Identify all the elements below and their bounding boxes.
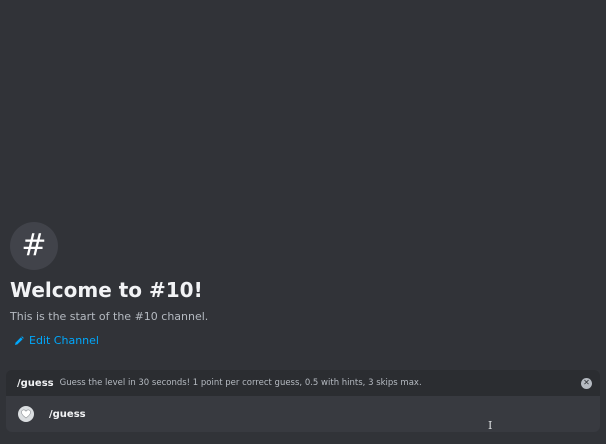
hash-glyph: # — [21, 228, 47, 263]
text-cursor-icon: I — [488, 419, 493, 432]
channel-welcome: # Welcome to #10! This is the start of t… — [10, 222, 590, 350]
command-suggestion-popup[interactable]: /guess Guess the level in 30 seconds! 1 … — [6, 370, 600, 396]
welcome-subtitle: This is the start of the #10 channel. — [10, 310, 209, 323]
welcome-title: Welcome to #10! — [10, 278, 203, 302]
edit-channel-button[interactable]: Edit Channel — [10, 334, 99, 348]
channel-hash-icon: # — [10, 222, 58, 270]
heart-icon — [18, 406, 34, 422]
edit-channel-label: Edit Channel — [29, 334, 99, 347]
message-input[interactable]: /guess — [6, 396, 600, 432]
command-description: Guess the level in 30 seconds! 1 point p… — [59, 378, 422, 388]
close-glyph: ✕ — [583, 378, 590, 387]
input-command-text: /guess — [49, 408, 86, 420]
close-icon[interactable]: ✕ — [581, 377, 592, 389]
heart-shape — [21, 409, 31, 419]
pencil-icon — [15, 336, 24, 345]
command-name: /guess — [17, 377, 54, 389]
chat-area: # Welcome to #10! This is the start of t… — [0, 0, 606, 444]
